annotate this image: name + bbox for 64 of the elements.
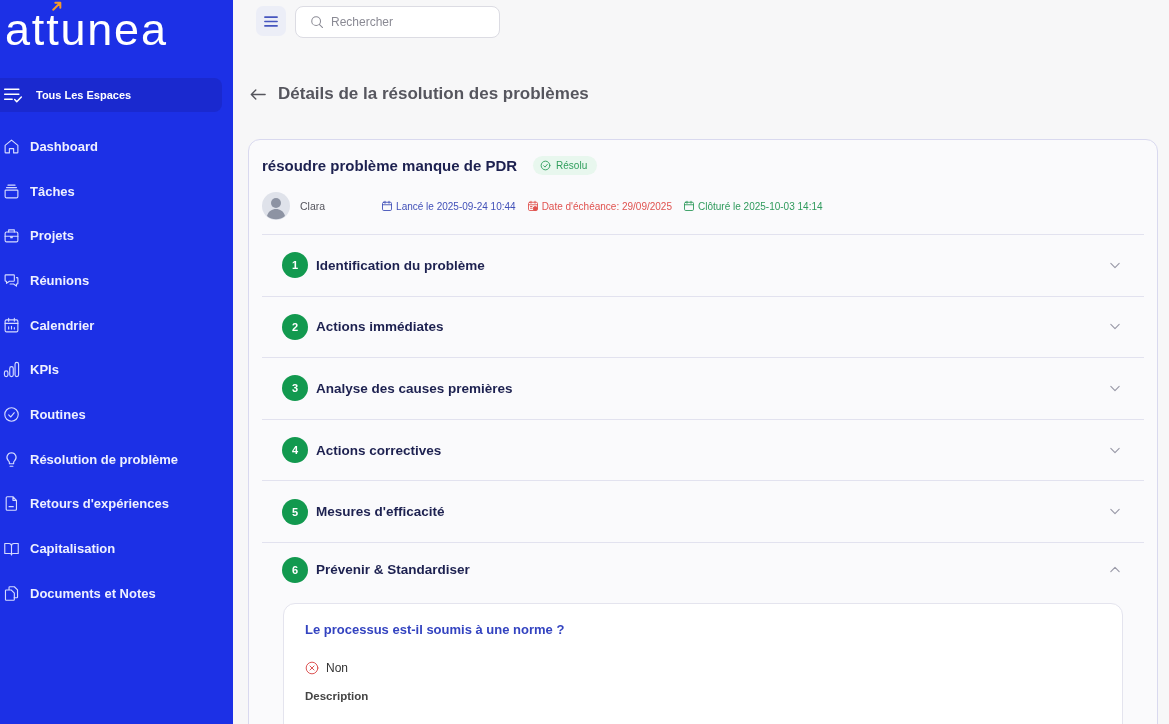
workspace-selector[interactable]: Tous Les Espaces: [0, 78, 222, 112]
question-text: Le processus est-il soumis à une norme ?: [305, 621, 566, 638]
chevron-icon[interactable]: [1110, 446, 1120, 454]
chevron-icon[interactable]: [1110, 261, 1120, 269]
step-title[interactable]: Prévenir & Standardiser: [316, 562, 470, 578]
document-icon: [3, 495, 20, 513]
logo-text: attunea: [5, 12, 168, 48]
chevron-icon[interactable]: [1110, 323, 1120, 331]
calendar-icon: [381, 200, 394, 212]
home-icon: [3, 137, 20, 155]
menu-icon: [264, 15, 278, 27]
step-title[interactable]: Analyse des causes premières: [316, 381, 513, 396]
menu-button[interactable]: [256, 6, 286, 36]
chevron-icon[interactable]: [1110, 508, 1120, 516]
lightbulb-icon: [3, 450, 20, 468]
tray-icon: [3, 182, 20, 200]
step-number-badge: 6: [282, 556, 308, 583]
owner-name: Clara: [300, 200, 326, 212]
arrow-icon: [52, 1, 62, 11]
nav-item[interactable]: Résolution de problème: [0, 436, 233, 482]
description-label: Description: [305, 688, 370, 703]
book-icon: [3, 540, 20, 558]
step-number-badge: 3: [282, 375, 308, 402]
nav-item[interactable]: Documents et Notes: [0, 570, 233, 616]
calendar-icon: [3, 316, 20, 334]
date-text: Date d'échéance: 29/09/2025: [541, 200, 672, 212]
chevron-icon[interactable]: [1110, 566, 1120, 574]
nav-item[interactable]: Réunions: [0, 258, 233, 303]
bar-chart-icon: [3, 361, 20, 379]
nav-item[interactable]: Retours d'expériences: [0, 481, 233, 527]
step-title[interactable]: Identification du problème: [316, 257, 485, 273]
nav-item[interactable]: Projets: [0, 213, 233, 259]
nav-item[interactable]: Calendrier: [0, 302, 233, 348]
nav-item[interactable]: Capitalisation: [0, 526, 233, 571]
step-title[interactable]: Actions immédiates: [316, 319, 444, 335]
search-field[interactable]: Rechercher: [295, 6, 500, 38]
nav-item[interactable]: Dashboard: [0, 124, 233, 169]
chevron-icon[interactable]: [1110, 385, 1120, 392]
calendar-clock-icon: [526, 200, 539, 212]
step-number-badge: 5: [282, 498, 308, 525]
problem-title: résoudre problème manque de PDR: [262, 156, 518, 174]
search-icon: [310, 15, 324, 29]
briefcase-icon: [3, 227, 20, 245]
date-text: Clôturé le 2025-10-03 14:14: [698, 200, 823, 212]
check-circle-icon: [3, 405, 20, 423]
step-number-badge: 2: [282, 313, 308, 340]
back-arrow-icon[interactable]: [250, 88, 266, 100]
status-badge: Résolu: [533, 155, 598, 175]
nav-item[interactable]: KPIs: [0, 347, 233, 393]
list-check-icon: [3, 85, 23, 105]
nav-item[interactable]: Tâches: [0, 168, 233, 214]
avatar-icon: [262, 192, 290, 220]
check-circle-icon: [540, 159, 552, 171]
chat-bubbles-icon: [3, 271, 20, 289]
answer-text: Non: [326, 660, 348, 675]
step-title[interactable]: Mesures d'efficacité: [316, 504, 445, 520]
copy-icon: [3, 584, 20, 602]
page-title: Détails de la résolution des problèmes: [278, 84, 589, 104]
date-text: Lancé le 2025-09-24 10:44: [396, 200, 516, 212]
step-number-badge: 4: [282, 437, 308, 464]
step-title[interactable]: Actions correctives: [316, 442, 442, 458]
nav-item[interactable]: Routines: [0, 392, 233, 437]
step-number-badge: 1: [282, 252, 308, 279]
calendar-icon: [683, 200, 695, 212]
